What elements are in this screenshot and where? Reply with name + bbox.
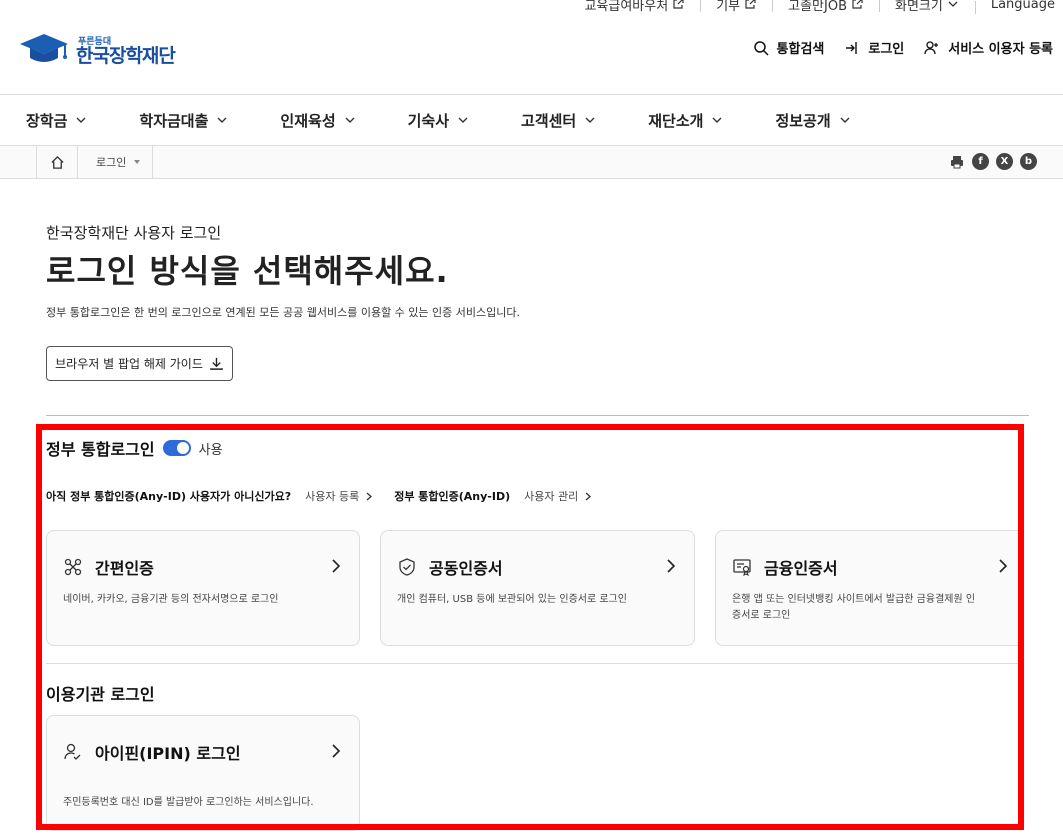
- x-icon[interactable]: X: [996, 153, 1013, 170]
- share-tools: f X b: [948, 153, 1037, 170]
- logo-text: 푸른등대 한국장학재단: [76, 38, 176, 67]
- breadcrumb-current[interactable]: 로그인: [78, 146, 154, 178]
- screen-size-dropdown[interactable]: 화면크기: [879, 0, 975, 14]
- page-title: 로그인 방식을 선택해주세요.: [46, 252, 449, 290]
- utility-job-label: 고졸만JOB: [788, 0, 847, 14]
- home-button[interactable]: [36, 146, 78, 178]
- main-navigation: 장학금 학자금대출 인재육성 기숙사 고객센터 재단소개 정보공개: [0, 94, 1063, 146]
- login-icon: [846, 41, 858, 54]
- gnb-item[interactable]: 정보공개: [775, 110, 850, 131]
- blog-icon[interactable]: b: [1020, 153, 1037, 170]
- main-menu: 장학금 학자금대출 인재육성 기숙사 고객센터 재단소개 정보공개: [0, 95, 1063, 145]
- utility-voucher-label: 교육급여바우처: [584, 0, 669, 14]
- user-add-icon: [924, 40, 939, 54]
- print-icon[interactable]: [948, 153, 965, 170]
- page-eyebrow: 한국장학재단 사용자 로그인: [46, 224, 222, 242]
- screen-size-label: 화면크기: [895, 0, 943, 14]
- popup-guide-label: 브라우저 별 팝업 해제 가이드: [55, 357, 203, 371]
- register-button[interactable]: 서비스 이용자 등록: [924, 38, 1053, 57]
- search-icon: [753, 40, 769, 56]
- highlight-box: [36, 424, 1024, 830]
- caret-down-icon: [134, 160, 141, 164]
- chevron-down-icon: [76, 117, 86, 123]
- language-selector[interactable]: Language: [974, 0, 1055, 14]
- utility-donate-label: 기부: [716, 0, 741, 14]
- search-button[interactable]: 통합검색: [753, 38, 825, 57]
- page-description: 정부 통합로그인은 한 번의 로그인으로 연계된 모든 공공 웹서비스를 이용할…: [46, 306, 520, 319]
- gnb-item[interactable]: 재단소개: [648, 110, 723, 131]
- gnb-item[interactable]: 학자금대출: [139, 110, 228, 131]
- gnb-item-label: 재단소개: [648, 111, 704, 130]
- gnb-item-label: 인재육성: [280, 111, 336, 130]
- external-link-icon: [852, 0, 863, 9]
- gnb-item[interactable]: 기숙사: [408, 110, 469, 131]
- gnb-item[interactable]: 고객센터: [521, 110, 596, 131]
- login-label: 로그인: [868, 42, 905, 57]
- gnb-item-label: 정보공개: [775, 111, 831, 130]
- chevron-down-icon: [217, 117, 227, 123]
- chevron-down-icon: [948, 1, 958, 7]
- utility-donate-link[interactable]: 기부: [700, 0, 772, 14]
- external-link-icon: [745, 0, 756, 9]
- header-actions: 통합검색 로그인 서비스 이용자 등록: [753, 38, 1053, 57]
- chevron-down-icon: [585, 117, 595, 123]
- breadcrumb-label: 로그인: [96, 156, 127, 169]
- utility-job-link[interactable]: 고졸만JOB: [772, 0, 879, 14]
- gnb-item-label: 기숙사: [407, 111, 450, 130]
- chevron-down-icon: [345, 117, 355, 123]
- mortarboard-logo-icon: [20, 34, 68, 62]
- gnb-item-label: 고객센터: [521, 111, 577, 130]
- gnb-item[interactable]: 장학금: [26, 110, 87, 131]
- gnb-item-label: 장학금: [26, 111, 68, 130]
- utility-voucher-link[interactable]: 교육급여바우처: [568, 0, 700, 14]
- chevron-down-icon: [458, 117, 468, 123]
- section-divider: [46, 415, 1029, 416]
- chevron-down-icon: [712, 117, 722, 123]
- chevron-down-icon: [840, 117, 850, 123]
- utility-bar: 교육급여바우처 기부 고졸만JOB 화면크기 Language: [568, 0, 1055, 14]
- breadcrumb: 로그인 f X b: [0, 146, 1063, 179]
- facebook-icon[interactable]: f: [972, 153, 989, 170]
- download-icon: [210, 357, 223, 370]
- search-label: 통합검색: [776, 42, 825, 57]
- home-icon: [50, 155, 64, 169]
- logo-title: 한국장학재단: [76, 45, 176, 67]
- language-label: Language: [990, 0, 1055, 12]
- external-link-icon: [673, 0, 684, 9]
- gnb-item[interactable]: 인재육성: [280, 110, 355, 131]
- gnb-item-label: 학자금대출: [139, 111, 209, 130]
- login-button[interactable]: 로그인: [844, 38, 904, 57]
- register-label: 서비스 이용자 등록: [948, 42, 1053, 57]
- site-logo[interactable]: 푸른등대 한국장학재단: [18, 30, 176, 67]
- popup-guide-button[interactable]: 브라우저 별 팝업 해제 가이드: [46, 346, 233, 381]
